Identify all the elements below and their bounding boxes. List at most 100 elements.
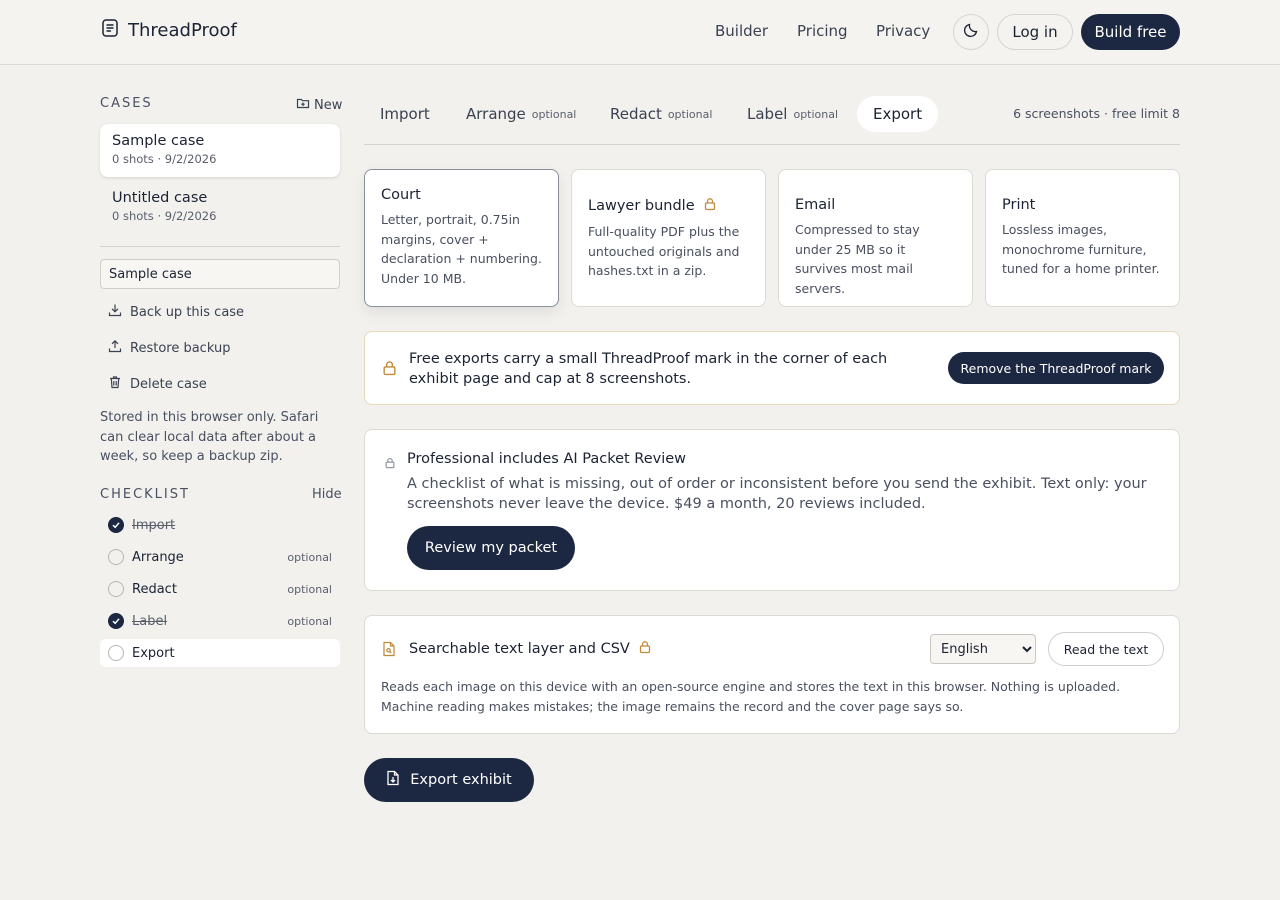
format-card-lawyer-bundle[interactable]: Lawyer bundle Full-quality PDF plus the … bbox=[571, 169, 766, 307]
download-icon bbox=[108, 303, 122, 321]
format-card-court[interactable]: Court Letter, portrait, 0.75in margins, … bbox=[364, 169, 559, 307]
ai-review-panel: Professional includes AI Packet Review A… bbox=[364, 429, 1180, 591]
watermark-notice-text: Free exports carry a small ThreadProof m… bbox=[409, 351, 888, 387]
format-description: Full-quality PDF plus the untouched orig… bbox=[588, 224, 740, 278]
ai-review-description: A checklist of what is missing, out of o… bbox=[407, 476, 1147, 512]
nav-pricing[interactable]: Pricing bbox=[797, 22, 848, 40]
theme-toggle-button[interactable] bbox=[953, 14, 989, 50]
delete-case-label: Delete case bbox=[130, 376, 207, 392]
moon-icon bbox=[963, 22, 979, 42]
ocr-title: Searchable text layer and CSV bbox=[409, 641, 630, 657]
case-name-input[interactable] bbox=[100, 259, 340, 289]
empty-circle-icon bbox=[108, 581, 124, 597]
tab-label: Import bbox=[380, 105, 430, 123]
backup-case-button[interactable]: Back up this case bbox=[108, 303, 244, 321]
trash-icon bbox=[108, 375, 122, 393]
ai-review-title: Professional includes AI Packet Review bbox=[407, 451, 687, 467]
hide-checklist-button[interactable]: Hide bbox=[312, 487, 342, 502]
tabs-divider bbox=[364, 144, 1180, 145]
case-title: Sample case bbox=[112, 133, 205, 149]
lock-icon bbox=[382, 360, 397, 380]
format-title: Email bbox=[795, 197, 836, 213]
sidebar-divider bbox=[100, 246, 340, 247]
ocr-panel: Searchable text layer and CSV English Re… bbox=[364, 615, 1180, 734]
case-title: Untitled case bbox=[112, 190, 208, 206]
format-title: Print bbox=[1002, 197, 1036, 213]
lock-icon bbox=[384, 454, 396, 473]
new-case-button[interactable]: New bbox=[296, 96, 342, 114]
backup-case-label: Back up this case bbox=[130, 304, 245, 320]
tab-arrange[interactable]: Arrange optional bbox=[466, 96, 576, 132]
format-description: Lossless images, monochrome furniture, t… bbox=[1002, 222, 1160, 276]
checklist-label: Redact bbox=[132, 581, 177, 597]
case-item-untitled[interactable]: Untitled case 0 shots · 9/2/2026 bbox=[100, 181, 340, 234]
app-name: ThreadProof bbox=[128, 20, 237, 41]
checklist-label: Label bbox=[132, 613, 168, 629]
remove-mark-button[interactable]: Remove the ThreadProof mark bbox=[948, 352, 1164, 384]
tab-label: Redact bbox=[610, 105, 662, 123]
optional-tag: optional bbox=[667, 107, 713, 121]
checklist-item-export[interactable]: Export bbox=[100, 639, 340, 667]
empty-circle-icon bbox=[108, 645, 124, 661]
empty-circle-icon bbox=[108, 549, 124, 565]
export-exhibit-label: Export exhibit bbox=[410, 772, 512, 788]
optional-tag: optional bbox=[287, 582, 332, 596]
optional-tag: optional bbox=[531, 107, 577, 121]
tab-label: Export bbox=[873, 105, 923, 123]
format-title: Lawyer bundle bbox=[588, 198, 695, 214]
checklist-item-label[interactable]: Label optional bbox=[100, 607, 340, 635]
format-description: Letter, portrait, 0.75in margins, cover … bbox=[381, 212, 542, 286]
new-case-label: New bbox=[314, 97, 343, 113]
read-text-button[interactable]: Read the text bbox=[1048, 632, 1164, 666]
app-logo[interactable]: ThreadProof bbox=[100, 18, 237, 43]
nav-builder[interactable]: Builder bbox=[715, 22, 768, 40]
optional-tag: optional bbox=[287, 550, 332, 564]
format-card-print[interactable]: Print Lossless images, monochrome furnit… bbox=[985, 169, 1180, 307]
format-title: Court bbox=[381, 187, 421, 203]
checklist-item-import[interactable]: Import bbox=[100, 511, 340, 539]
format-card-email[interactable]: Email Compressed to stay under 25 MB so … bbox=[778, 169, 973, 307]
checklist-item-arrange[interactable]: Arrange optional bbox=[100, 543, 340, 571]
watermark-notice: Free exports carry a small ThreadProof m… bbox=[364, 331, 1180, 405]
lock-icon bbox=[638, 640, 652, 658]
checklist-item-redact[interactable]: Redact optional bbox=[100, 575, 340, 603]
file-download-icon bbox=[386, 770, 400, 790]
checkmark-icon bbox=[108, 517, 124, 533]
tab-redact[interactable]: Redact optional bbox=[610, 96, 712, 132]
case-meta: 0 shots · 9/2/2026 bbox=[112, 209, 217, 223]
optional-tag: optional bbox=[793, 107, 839, 121]
checklist-label: Import bbox=[132, 517, 176, 533]
storage-note: Stored in this browser only. Safari can … bbox=[100, 410, 319, 464]
case-meta: 0 shots · 9/2/2026 bbox=[112, 152, 217, 166]
checklist-heading: CHECKLIST bbox=[100, 487, 190, 502]
tab-import[interactable]: Import bbox=[380, 96, 430, 132]
checklist-label: Export bbox=[132, 645, 175, 661]
restore-backup-label: Restore backup bbox=[130, 340, 231, 356]
tab-label: Label bbox=[747, 105, 788, 123]
export-exhibit-button[interactable]: Export exhibit bbox=[364, 758, 534, 802]
build-free-button[interactable]: Build free bbox=[1081, 14, 1180, 50]
tab-label-step[interactable]: Label optional bbox=[747, 96, 838, 132]
case-item-sample[interactable]: Sample case 0 shots · 9/2/2026 bbox=[100, 124, 340, 177]
tab-label: Arrange bbox=[466, 105, 526, 123]
language-select[interactable]: English bbox=[930, 634, 1036, 664]
upload-icon bbox=[108, 339, 122, 357]
format-description: Compressed to stay under 25 MB so it sur… bbox=[795, 222, 920, 296]
top-bar: ThreadProof Builder Pricing Privacy Log … bbox=[0, 0, 1280, 65]
checklist-label: Arrange bbox=[132, 549, 184, 565]
ocr-description: Reads each image on this device with an … bbox=[381, 679, 1121, 714]
restore-backup-button[interactable]: Restore backup bbox=[108, 339, 230, 357]
checkmark-icon bbox=[108, 613, 124, 629]
screenshot-count: 6 screenshots · free limit 8 bbox=[1013, 106, 1180, 121]
lock-icon bbox=[703, 197, 717, 215]
review-packet-button[interactable]: Review my packet bbox=[407, 526, 575, 570]
document-icon bbox=[100, 18, 120, 43]
delete-case-button[interactable]: Delete case bbox=[108, 375, 207, 393]
nav-privacy[interactable]: Privacy bbox=[876, 22, 930, 40]
tab-export[interactable]: Export bbox=[857, 96, 939, 132]
folder-plus-icon bbox=[296, 96, 310, 114]
login-button[interactable]: Log in bbox=[997, 14, 1073, 50]
file-search-icon bbox=[382, 641, 396, 661]
optional-tag: optional bbox=[287, 614, 332, 628]
cases-heading: CASES bbox=[100, 96, 153, 111]
